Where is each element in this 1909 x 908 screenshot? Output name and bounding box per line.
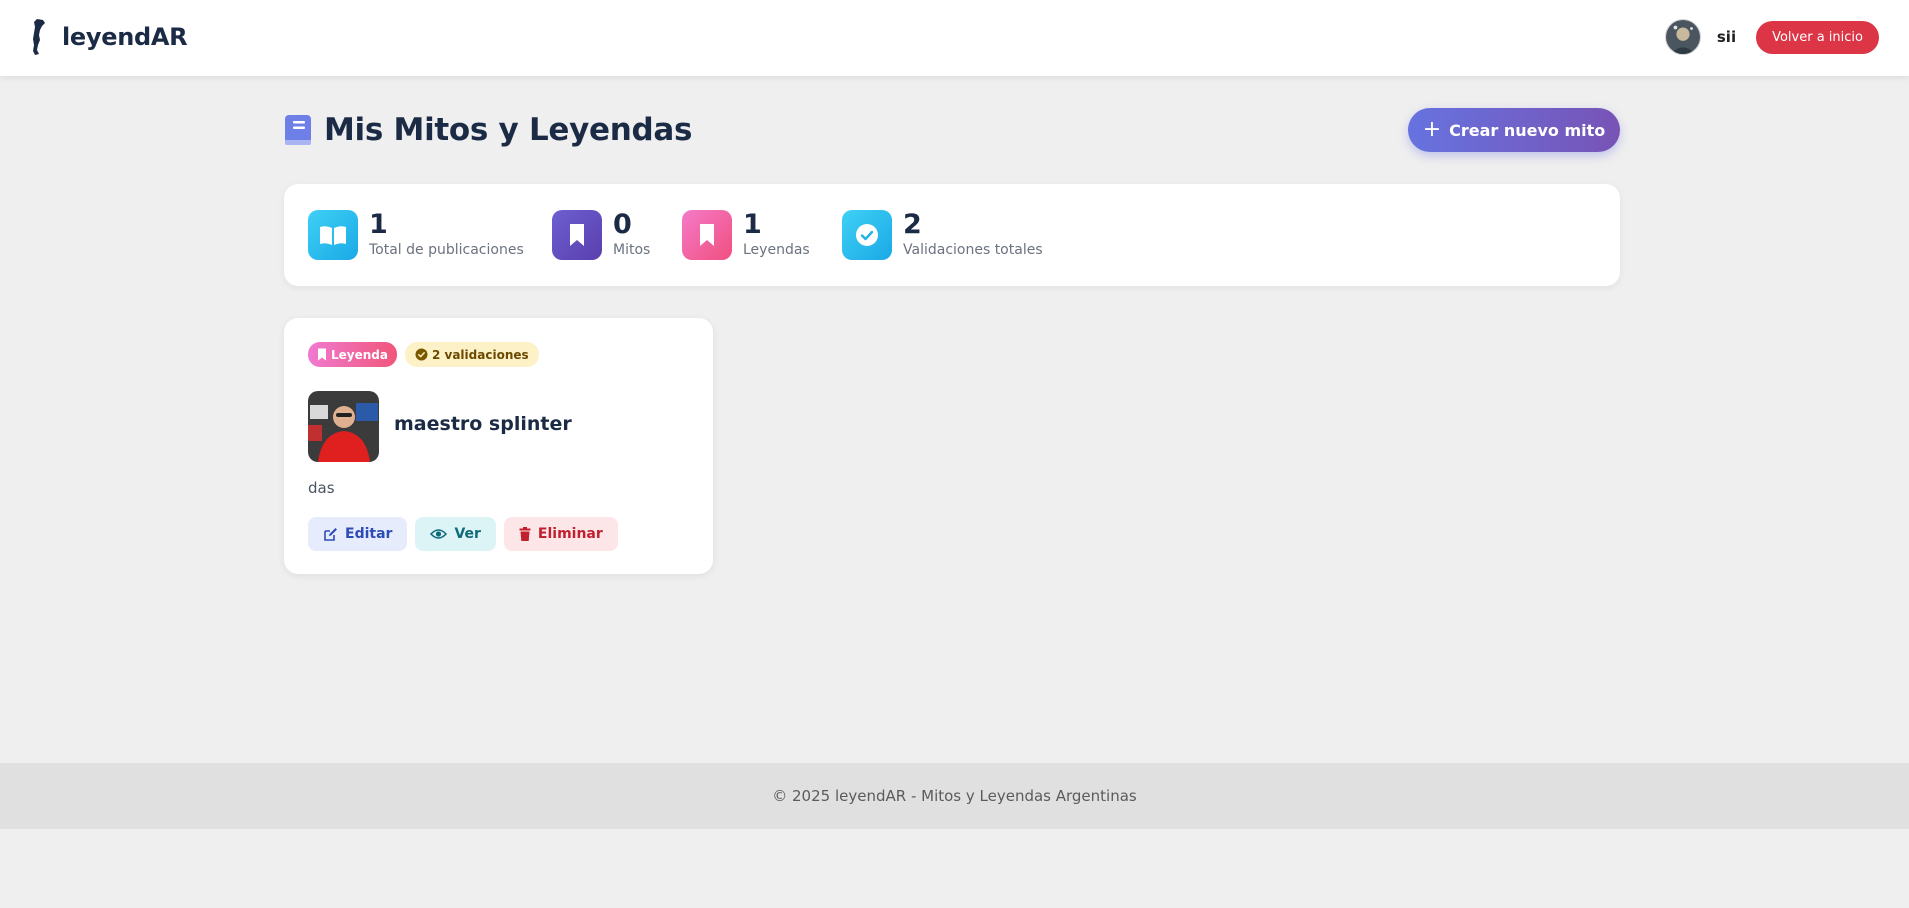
validations-badge: 2 validaciones	[404, 342, 539, 367]
type-badge-label: Leyenda	[331, 347, 388, 362]
check-circle-icon	[842, 210, 892, 260]
argentina-map-icon	[33, 19, 45, 55]
post-card: Leyenda 2 validaciones maestro splinter …	[284, 318, 713, 574]
page-title-text: Mis Mitos y Leyendas	[324, 112, 693, 148]
eye-icon	[430, 529, 448, 539]
post-badges: Leyenda 2 validaciones	[308, 342, 539, 367]
stat-myths: 0 Mitos	[552, 210, 650, 260]
stat-total-publications: 1 Total de publicaciones	[308, 210, 524, 260]
post-description: das	[308, 479, 335, 497]
brand[interactable]: leyendAR	[28, 18, 188, 56]
trash-icon	[519, 527, 531, 541]
stats-card: 1 Total de publicaciones 0 Mitos 1 Leyen…	[284, 184, 1620, 286]
create-myth-label: Crear nuevo mito	[1449, 120, 1606, 140]
open-book-icon	[308, 210, 358, 260]
stat-label: Total de publicaciones	[369, 242, 524, 258]
user-avatar[interactable]	[1664, 19, 1701, 55]
post-thumbnail[interactable]	[308, 391, 379, 462]
stat-value: 0	[613, 209, 632, 240]
stat-validations: 2 Validaciones totales	[842, 210, 1043, 260]
bookmark-icon	[682, 210, 732, 260]
edit-icon	[324, 527, 337, 541]
navbar: leyendAR sii Volver a inicio	[0, 0, 1909, 76]
stat-value: 1	[369, 209, 388, 240]
stat-label: Mitos	[613, 242, 651, 258]
create-myth-button[interactable]: + Crear nuevo mito	[1408, 108, 1620, 152]
stat-label: Leyendas	[743, 242, 810, 258]
check-circle-icon	[415, 348, 428, 361]
footer: © 2025 leyendAR - Mitos y Leyendas Argen…	[0, 763, 1909, 829]
stat-legends: 1 Leyendas	[682, 210, 810, 260]
stat-value: 1	[743, 209, 762, 240]
view-button[interactable]: Ver	[415, 517, 496, 551]
page-title: Mis Mitos y Leyendas	[284, 112, 693, 148]
view-label: Ver	[454, 526, 481, 542]
post-title[interactable]: maestro splinter	[394, 413, 572, 435]
type-badge: Leyenda	[308, 342, 397, 367]
plus-icon: +	[1422, 117, 1442, 142]
validations-badge-label: 2 validaciones	[431, 347, 529, 362]
edit-label: Editar	[345, 526, 393, 542]
bookmark-icon	[318, 348, 326, 361]
home-button[interactable]: Volver a inicio	[1756, 20, 1879, 54]
bookmark-icon	[552, 210, 602, 260]
brand-name: leyendAR	[62, 23, 188, 51]
footer-text: © 2025 leyendAR - Mitos y Leyendas Argen…	[772, 787, 1137, 805]
delete-label: Eliminar	[537, 526, 603, 542]
post-actions: Editar Ver Eliminar	[308, 517, 626, 551]
edit-button[interactable]: Editar	[308, 517, 408, 551]
page-header: Mis Mitos y Leyendas + Crear nuevo mito	[284, 108, 1620, 154]
stat-label: Validaciones totales	[903, 242, 1043, 258]
book-icon	[285, 115, 311, 145]
username: sii	[1716, 28, 1737, 46]
stat-value: 2	[903, 209, 922, 240]
delete-button[interactable]: Eliminar	[503, 517, 618, 551]
user-area: sii Volver a inicio	[1664, 19, 1879, 55]
